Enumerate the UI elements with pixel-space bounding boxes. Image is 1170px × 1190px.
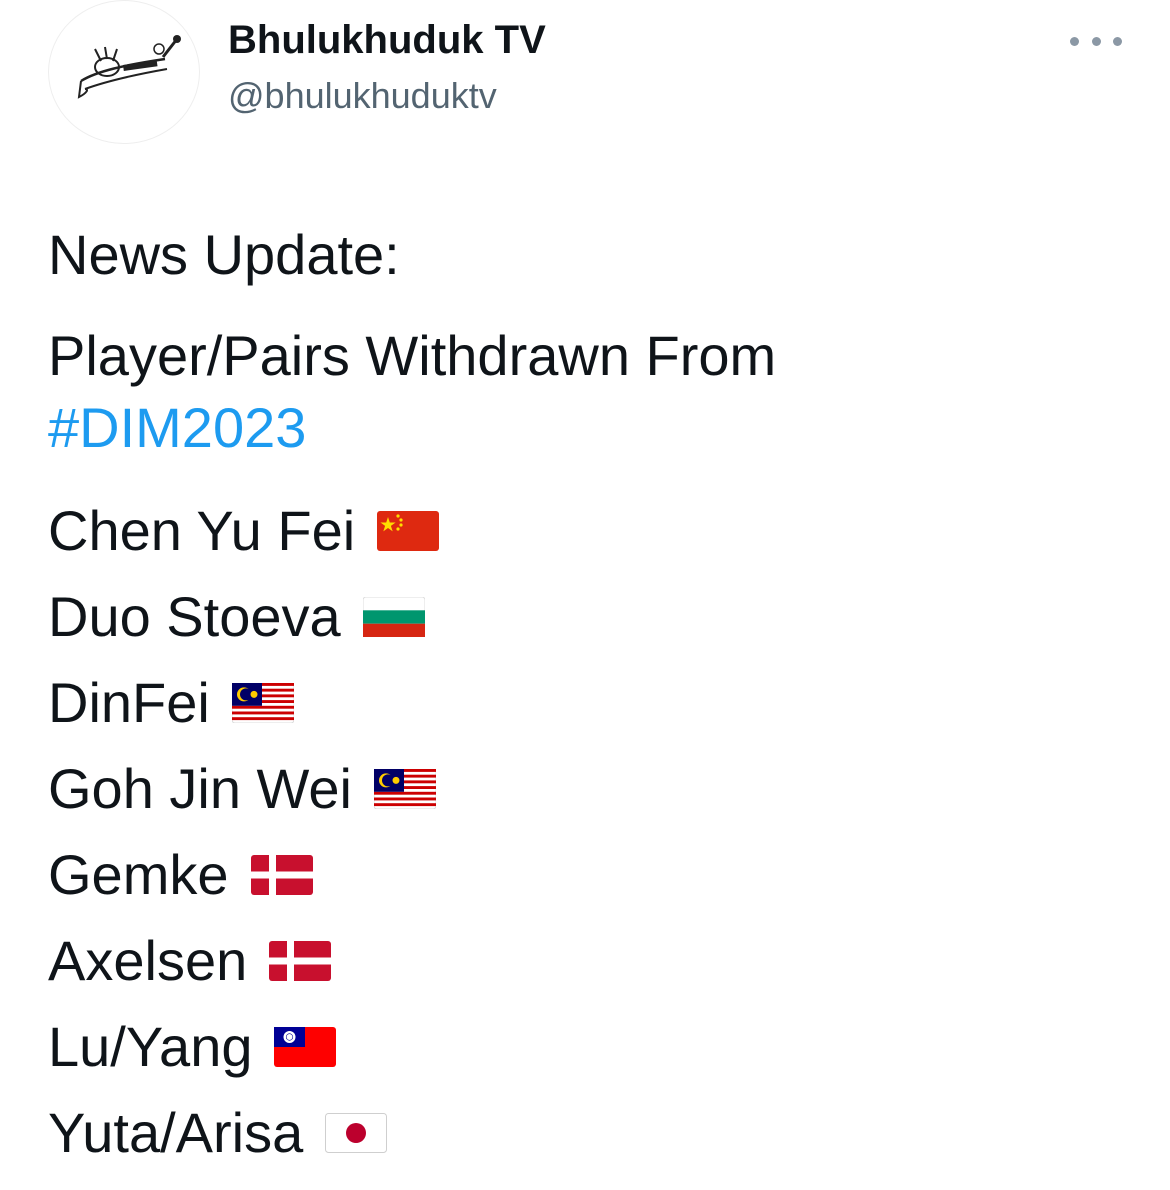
taiwan-flag-icon	[274, 1027, 337, 1067]
list-item: Axelsen	[48, 918, 1128, 1004]
more-dot	[1070, 36, 1079, 46]
list-item: Goh Jin Wei	[48, 746, 1128, 832]
player-name: Gemke	[48, 843, 229, 906]
list-item: Yuta/Arisa	[48, 1090, 1128, 1176]
denmark-flag-icon	[250, 855, 313, 895]
list-item: DinFei	[48, 660, 1128, 746]
more-dot	[1091, 36, 1101, 46]
player-name: Lu/Yang	[48, 1015, 253, 1078]
malaysia-flag-icon	[373, 769, 436, 809]
list-item: Chen Yu Fei	[48, 488, 1128, 574]
account-name[interactable]: Bhulukhuduk TV	[228, 16, 546, 64]
player-name: Goh Jin Wei	[48, 757, 352, 820]
tweet-heading: News Update:	[48, 223, 400, 286]
tweet-header: Bhulukhuduk TV @bhulukhuduktv	[0, 0, 1170, 160]
china-flag-icon	[377, 511, 440, 551]
list-item: Duo Stoeva	[48, 574, 1128, 660]
list-item: Gemke	[48, 832, 1128, 918]
list-item: Lu/Yang	[48, 1004, 1128, 1090]
player-name: Duo Stoeva	[48, 585, 341, 648]
japan-flag-icon	[325, 1113, 388, 1153]
tweet-subheading: Player/Pairs Withdrawn From	[48, 324, 777, 387]
hashtag-link[interactable]: #DIM2023	[48, 392, 1128, 464]
player-name: Axelsen	[48, 929, 248, 992]
player-name: Chen Yu Fei	[48, 499, 356, 562]
badminton-logo-icon	[77, 35, 181, 99]
more-dot	[1113, 36, 1122, 46]
denmark-flag-icon	[269, 941, 332, 981]
player-name: Yuta/Arisa	[48, 1101, 304, 1164]
player-name: DinFei	[48, 671, 210, 734]
account-handle[interactable]: @bhulukhuduktv	[228, 74, 497, 118]
avatar[interactable]	[48, 0, 200, 144]
malaysia-flag-icon	[231, 683, 294, 723]
more-options-icon[interactable]	[1070, 26, 1122, 56]
bulgaria-flag-icon	[362, 597, 425, 637]
tweet-body: News Update: Player/Pairs Withdrawn From…	[48, 212, 1128, 1176]
tweet-subheading-block: Player/Pairs Withdrawn From #DIM2023	[48, 320, 1128, 464]
